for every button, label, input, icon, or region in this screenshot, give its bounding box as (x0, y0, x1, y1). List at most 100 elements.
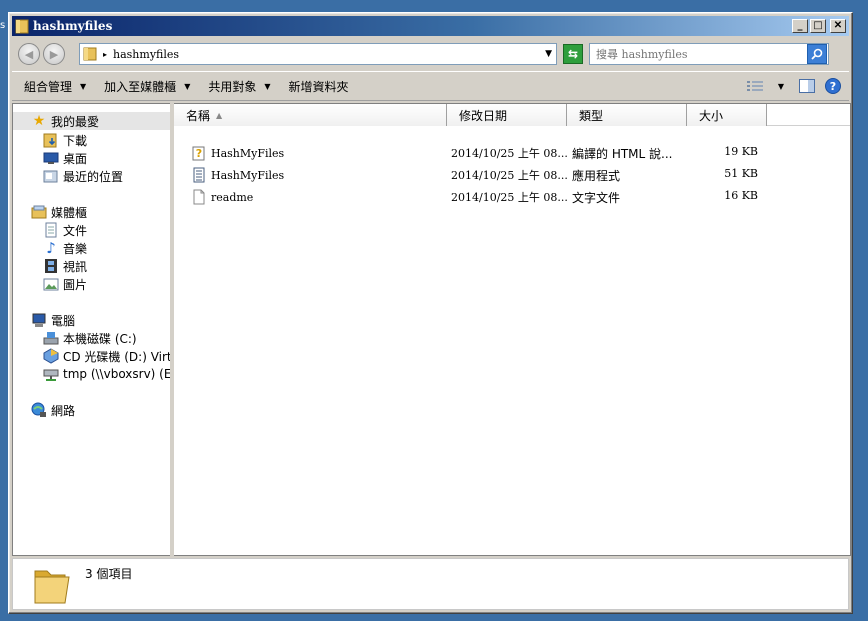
nav-item-label: 視訊 (63, 259, 88, 274)
caret-down-icon: ▼ (80, 81, 87, 91)
file-size: 51 KB (724, 167, 758, 180)
add-to-library-button[interactable]: 加入至媒體櫃 ▼ (104, 78, 190, 95)
nav-item-pictures[interactable]: 圖片 (13, 275, 87, 293)
cd-drive-icon (43, 348, 59, 364)
nav-item-local-disk[interactable]: 本機磁碟 (C:) (13, 329, 137, 347)
file-name: readme (211, 190, 254, 204)
nav-item-videos[interactable]: 視訊 (13, 257, 87, 275)
table-row[interactable]: readme 2014/10/25 上午 08... 文字文件 16 KB (174, 186, 850, 208)
nav-item-downloads[interactable]: 下載 (13, 131, 87, 149)
add-to-library-label: 加入至媒體櫃 (104, 79, 177, 94)
column-date[interactable]: 修改日期 (447, 104, 567, 126)
minimize-icon: _ (797, 20, 803, 31)
file-name-cell: readme (191, 189, 253, 205)
document-icon (45, 222, 57, 238)
folder-icon (34, 570, 70, 604)
column-type-label: 類型 (579, 108, 604, 123)
file-date: 2014/10/25 上午 08... (451, 147, 568, 160)
navigation-pane: ★ 我的最愛 下載 桌面 最近的位置 媒體櫃 文件 ♪ 音樂 視訊 圖片 電腦 … (12, 103, 170, 556)
column-size[interactable]: 大小 (687, 104, 767, 126)
refresh-button[interactable]: ⇆ (563, 44, 583, 64)
breadcrumb-arrow-icon[interactable]: ▸ (103, 50, 107, 59)
chevron-down-icon[interactable]: ▼ (545, 49, 552, 59)
nav-item-label: 下載 (63, 133, 88, 148)
details-pane: 3 個項目 (12, 558, 849, 610)
nav-item-label: CD 光碟機 (D:) Virtu (63, 349, 170, 364)
search-icon (811, 48, 823, 60)
file-name: HashMyFiles (211, 168, 285, 182)
maximize-button[interactable]: □ (810, 19, 826, 33)
item-count: 3 個項目 (85, 567, 133, 581)
file-name-cell: ? HashMyFiles (191, 145, 284, 161)
nav-libraries-label: 媒體櫃 (51, 205, 88, 220)
column-name-label: 名稱 (186, 108, 211, 123)
table-row[interactable]: ? HashMyFiles 2014/10/25 上午 08... 編譯的 HT… (174, 142, 850, 164)
nav-network-label: 網路 (51, 403, 76, 418)
help-file-icon: ? (192, 146, 205, 161)
nav-libraries[interactable]: 媒體櫃 (13, 203, 87, 221)
caret-down-icon: ▼ (264, 81, 271, 91)
view-options-button[interactable] (745, 76, 765, 96)
organize-button[interactable]: 組合管理 ▼ (24, 78, 86, 95)
file-type: 應用程式 (572, 169, 621, 183)
desktop-icon (43, 152, 59, 164)
new-folder-label: 新增資料夾 (288, 79, 349, 94)
nav-item-documents[interactable]: 文件 (13, 221, 87, 239)
nav-computer[interactable]: 電腦 (13, 311, 75, 329)
svg-text:?: ? (196, 147, 202, 160)
minimize-button[interactable]: _ (792, 19, 808, 33)
folder-icon (15, 19, 29, 34)
file-date: 2014/10/25 上午 08... (451, 169, 568, 182)
network-drive-icon (43, 369, 59, 381)
nav-network[interactable]: 網路 (13, 401, 75, 419)
nav-item-network-drive[interactable]: tmp (\\vboxsrv) (E:) (13, 365, 170, 383)
search-button[interactable] (807, 44, 827, 64)
forward-button[interactable]: ▶ (43, 43, 65, 65)
network-icon (31, 402, 46, 417)
preview-pane-button[interactable] (797, 76, 817, 96)
arrow-left-icon: ◀ (24, 47, 34, 61)
nav-favorites[interactable]: ★ 我的最愛 (13, 112, 170, 130)
file-date: 2014/10/25 上午 08... (451, 191, 568, 204)
film-icon (45, 259, 57, 273)
back-button[interactable]: ◀ (18, 43, 40, 65)
title-bar[interactable]: hashmyfiles _ □ ✕ (12, 16, 849, 36)
nav-item-desktop[interactable]: 桌面 (13, 149, 87, 167)
close-button[interactable]: ✕ (830, 19, 846, 33)
nav-computer-label: 電腦 (51, 313, 76, 328)
downloads-folder-icon (43, 133, 57, 148)
nav-item-label: 本機磁碟 (C:) (63, 331, 137, 346)
nav-item-label: 文件 (63, 223, 88, 238)
search-input[interactable] (590, 45, 807, 63)
explorer-window: hashmyfiles _ □ ✕ ◀ ▶ ▸ hashmyfiles ▼ ⇆ (8, 12, 853, 614)
share-label: 共用對象 (208, 79, 257, 94)
new-folder-button[interactable]: 新增資料夾 (289, 78, 349, 95)
column-type[interactable]: 類型 (567, 104, 687, 126)
sort-ascending-icon: ▲ (216, 110, 223, 120)
file-size: 16 KB (724, 189, 758, 202)
preview-pane-icon (799, 79, 815, 93)
maximize-icon: □ (813, 20, 823, 31)
arrow-right-icon: ▶ (49, 47, 59, 61)
recent-places-icon (43, 170, 58, 183)
file-type: 文字文件 (572, 191, 621, 205)
help-button[interactable]: ? (823, 76, 843, 96)
view-dropdown-button[interactable]: ▼ (771, 76, 791, 96)
file-list: 名稱 ▲ 修改日期 類型 大小 ? HashMyFiles 2014/10/25… (174, 103, 851, 556)
application-icon (193, 167, 205, 183)
nav-item-music[interactable]: ♪ 音樂 (13, 239, 87, 257)
column-name[interactable]: 名稱 ▲ (174, 104, 447, 126)
nav-item-label: tmp (\\vboxsrv) (E:) (63, 367, 170, 381)
share-button[interactable]: 共用對象 ▼ (208, 78, 270, 95)
address-path[interactable]: hashmyfiles (113, 48, 545, 61)
star-icon: ★ (32, 113, 46, 129)
table-row[interactable]: HashMyFiles 2014/10/25 上午 08... 應用程式 51 … (174, 164, 850, 186)
nav-item-cd-drive[interactable]: CD 光碟機 (D:) Virtu (13, 347, 170, 365)
library-icon (31, 205, 47, 219)
picture-icon (43, 278, 59, 291)
nav-item-recent-places[interactable]: 最近的位置 (13, 167, 123, 185)
svg-text:?: ? (830, 80, 836, 93)
window-title: hashmyfiles (33, 19, 113, 33)
address-bar[interactable]: ▸ hashmyfiles ▼ (79, 43, 557, 65)
search-box[interactable] (589, 43, 829, 65)
